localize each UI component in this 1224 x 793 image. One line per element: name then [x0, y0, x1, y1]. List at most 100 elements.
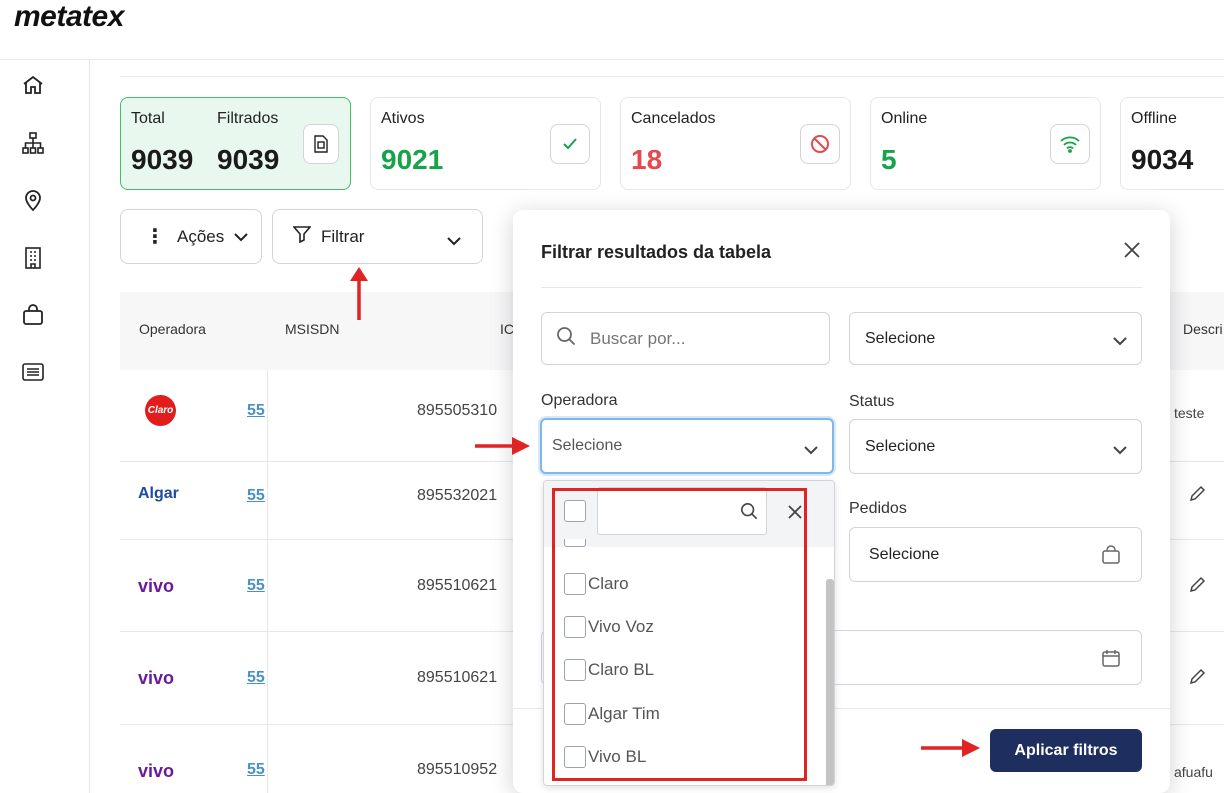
chevron-down-icon	[1113, 333, 1127, 351]
divider	[120, 76, 1224, 77]
edit-icon[interactable]	[1188, 668, 1206, 691]
location-pin-icon[interactable]	[20, 187, 46, 213]
option-checkbox[interactable]	[564, 616, 586, 638]
vivo-logo: vivo	[138, 668, 175, 688]
edit-icon[interactable]	[1188, 576, 1206, 599]
sitemap-icon[interactable]	[20, 130, 46, 156]
pedidos-select[interactable]: Selecione	[849, 527, 1142, 582]
sim-card-icon	[303, 124, 339, 164]
check-icon	[550, 124, 590, 164]
app-root: metatex Total Filtrados 9039 9039 Ativos…	[0, 0, 1224, 793]
dropdown-option[interactable]: Vivo Voz	[556, 609, 654, 645]
description-value: teste	[1174, 405, 1205, 421]
ativos-label: Ativos	[381, 110, 425, 127]
vivo-logo: vivo	[138, 576, 175, 596]
status-label: Status	[849, 393, 895, 410]
msisdn-link[interactable]: 55	[247, 487, 265, 505]
chevron-down-icon	[1113, 442, 1127, 460]
option-label: Vivo Voz	[588, 617, 654, 636]
stat-card-total: Total Filtrados 9039 9039	[120, 97, 351, 190]
option-label: Claro	[588, 574, 629, 593]
building-icon[interactable]	[20, 245, 46, 271]
home-icon[interactable]	[20, 72, 46, 98]
cancelados-value: 18	[631, 144, 663, 175]
option-checkbox[interactable]	[564, 746, 586, 768]
app-logo[interactable]: metatex	[14, 0, 124, 34]
search-icon	[740, 502, 758, 525]
calendar-icon	[1101, 648, 1121, 673]
list-icon[interactable]	[20, 359, 46, 385]
partial-checkbox	[564, 539, 586, 547]
filter-icon	[292, 225, 312, 248]
select-all-checkbox[interactable]	[564, 500, 586, 522]
chevron-down-icon	[447, 231, 461, 251]
operadora-select-value: Selecione	[552, 437, 623, 454]
filter-button[interactable]: Filtrar	[272, 209, 483, 264]
dropdown-option[interactable]: Vivo BL	[556, 739, 646, 775]
dropdown-option[interactable]: Claro	[556, 566, 629, 602]
status-select-value: Selecione	[865, 437, 936, 455]
col-iccid[interactable]: IC	[500, 321, 514, 337]
close-icon[interactable]	[788, 505, 802, 524]
operadora-select[interactable]: Selecione	[540, 418, 834, 474]
status-select[interactable]: Selecione	[849, 419, 1142, 474]
offline-value: 9034	[1131, 144, 1194, 175]
option-checkbox[interactable]	[564, 573, 586, 595]
msisdn-link[interactable]: 55	[247, 577, 265, 595]
more-vertical-icon: ⋮	[145, 225, 165, 248]
option-label: Algar Tim	[588, 704, 660, 723]
iccid-value: 895510952	[417, 761, 498, 778]
chevron-down-icon	[804, 442, 818, 460]
iccid-value: 895510621	[417, 577, 498, 594]
online-value: 5	[881, 144, 897, 175]
filtered-label: Filtrados	[217, 110, 279, 127]
msisdn-link[interactable]: 55	[247, 402, 265, 420]
iccid-value: 895510621	[417, 669, 498, 686]
stat-card-online: Online 5	[870, 97, 1101, 190]
filter-label: Filtrar	[321, 226, 365, 246]
operadora-label: Operadora	[541, 392, 618, 409]
wifi-icon	[1050, 124, 1090, 164]
msisdn-link[interactable]: 55	[247, 669, 265, 687]
msisdn-link[interactable]: 55	[247, 761, 265, 779]
stat-card-cancelados: Cancelados 18	[620, 97, 851, 190]
pedidos-select-value: Selecione	[869, 545, 940, 563]
top-header: metatex	[0, 0, 1224, 60]
iccid-value: 895532021	[417, 487, 498, 504]
online-label: Online	[881, 110, 928, 127]
chevron-down-icon	[234, 227, 248, 247]
apply-filters-button[interactable]: Aplicar filtros	[990, 729, 1142, 772]
ativos-value: 9021	[381, 144, 444, 175]
col-msisdn[interactable]: MSISDN	[285, 321, 339, 337]
pedidos-label: Pedidos	[849, 500, 907, 517]
claro-logo: Claro	[145, 395, 176, 426]
shopping-bag-icon	[1101, 545, 1121, 570]
dropdown-search-input[interactable]	[597, 487, 767, 535]
actions-button[interactable]: ⋮ Ações	[120, 209, 262, 264]
scrollbar-thumb[interactable]	[826, 579, 834, 785]
divider	[541, 287, 1142, 288]
top-select[interactable]: Selecione	[849, 312, 1142, 365]
stat-card-ativos: Ativos 9021	[370, 97, 601, 190]
iccid-value: 895505310	[417, 402, 498, 419]
algar-logo: Algar	[138, 485, 179, 502]
dropdown-option[interactable]: Claro BL	[556, 652, 654, 688]
option-checkbox[interactable]	[564, 703, 586, 725]
search-input[interactable]	[590, 328, 810, 349]
dropdown-option[interactable]: Algar Tim	[556, 696, 660, 732]
ban-icon	[800, 124, 840, 164]
operator-dropdown: Claro Vivo Voz Claro BL Algar Tim Vivo B…	[543, 480, 835, 786]
edit-icon[interactable]	[1188, 485, 1206, 508]
col-operadora[interactable]: Operadora	[139, 321, 206, 337]
offline-label: Offline	[1131, 110, 1177, 127]
stat-card-offline: Offline 9034	[1120, 97, 1224, 190]
option-checkbox[interactable]	[564, 659, 586, 681]
option-label: Claro BL	[588, 660, 655, 679]
filtered-value: 9039	[217, 144, 280, 175]
close-icon[interactable]	[1123, 241, 1141, 264]
top-select-value: Selecione	[865, 329, 936, 347]
shopping-bag-icon[interactable]	[20, 302, 46, 328]
col-descricao[interactable]: Descri	[1183, 321, 1223, 337]
search-field[interactable]	[541, 312, 830, 365]
actions-label: Ações	[177, 226, 225, 246]
